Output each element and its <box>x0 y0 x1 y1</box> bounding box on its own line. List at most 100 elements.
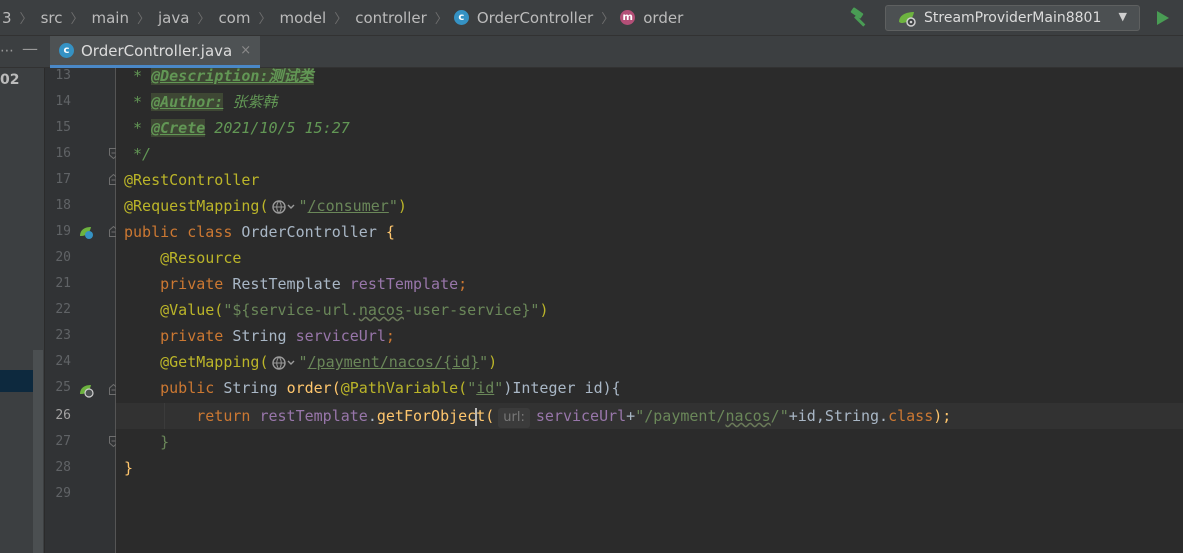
code-line-17: @RestController <box>124 167 259 193</box>
tool-window-ellipsis-icon: ⋯ <box>0 43 14 59</box>
brace-text: } <box>124 459 134 477</box>
class-name-text: OrderController <box>241 223 386 241</box>
string-text: " <box>467 379 477 397</box>
java-class-icon: c <box>59 43 74 58</box>
annotation-text: ) <box>488 353 498 371</box>
breadcrumb-item-main[interactable]: main <box>89 9 130 27</box>
type-text: RestTemplate <box>232 275 350 293</box>
editor-gutter: 13 14 15 16 17 18 19 20 21 22 23 24 25 2… <box>45 68 118 553</box>
string-text: " <box>298 197 308 215</box>
code-line-28: } <box>124 455 133 481</box>
java-class-icon: c <box>453 10 469 25</box>
close-icon[interactable]: × <box>240 43 251 58</box>
line-number: 17 <box>55 172 71 187</box>
breadcrumb-label: controller <box>355 8 427 27</box>
chevron-right-icon: 〉 <box>258 12 272 27</box>
project-panel-scrollbar[interactable] <box>33 350 43 553</box>
run-configuration-selector[interactable]: StreamProviderMain8801 ▼ <box>885 5 1140 31</box>
line-number: 20 <box>55 250 71 265</box>
breadcrumb-item-controller[interactable]: controller <box>353 9 429 27</box>
chevron-right-icon: 〉 <box>70 12 84 27</box>
code-line-23: private String serviceUrl; <box>124 323 395 349</box>
url-path-link[interactable]: /consumer <box>308 197 389 215</box>
run-play-icon[interactable] <box>1155 9 1171 27</box>
chevron-right-icon: 〉 <box>434 12 448 27</box>
field-text: restTemplate <box>349 275 459 293</box>
string-text: " <box>298 353 308 371</box>
punctuation-text: . <box>367 407 377 425</box>
chevron-right-icon: 〉 <box>334 12 348 27</box>
field-text: serviceUrl <box>535 407 627 425</box>
web-endpoint-icon[interactable] <box>271 355 297 371</box>
code-line-13: * @Description:测试类 <box>124 68 314 89</box>
tool-window-header: ⋯ — <box>0 36 44 68</box>
line-number-current: 26 <box>55 408 71 423</box>
line-number: 23 <box>55 328 71 343</box>
line-number: 27 <box>55 434 71 449</box>
line-number: 14 <box>55 94 71 109</box>
build-hammer-icon[interactable] <box>848 7 872 29</box>
code-line-24: @GetMapping( "/payment/nacos/{id}") <box>124 349 497 375</box>
tab-order-controller[interactable]: c OrderController.java × <box>50 36 260 68</box>
annotation-text: @RequestMapping( <box>124 197 269 215</box>
method-icon: m <box>620 10 636 25</box>
javadoc-tag: @Author: <box>151 93 224 111</box>
breadcrumb-label: main <box>91 8 129 27</box>
code-line-22: @Value("${service-url.nacos-user-service… <box>124 297 548 323</box>
annotation-text: @PathVariable( <box>340 379 468 397</box>
line-number: 21 <box>55 276 71 291</box>
annotation-text: ) <box>539 301 549 319</box>
line-number: 25 <box>55 380 71 395</box>
tab-label: OrderController.java <box>81 41 233 60</box>
breadcrumb-label: 3 <box>2 8 12 27</box>
breadcrumb-item-model[interactable]: model <box>278 9 329 27</box>
project-panel-text: 02 <box>0 72 20 88</box>
chevron-right-icon: 〉 <box>601 12 615 27</box>
string-text: nacos <box>725 407 771 425</box>
string-text: " <box>479 353 489 371</box>
brace-text: { <box>385 223 395 241</box>
type-text: String <box>223 379 287 397</box>
code-editor[interactable]: * @Description:测试类 * @Author: 张紫韩 * @Cre… <box>116 68 1183 553</box>
comment-text: 2021/10/5 15:27 <box>205 119 350 137</box>
breadcrumb: 3 〉 src 〉 main 〉 java 〉 com 〉 model 〉 co… <box>0 0 685 36</box>
spring-mapping-icon[interactable] <box>78 382 94 398</box>
paren-text: ( <box>331 379 341 397</box>
javadoc-tag: @Description:测试类 <box>151 68 314 85</box>
field-text: serviceUrl <box>295 327 386 345</box>
annotation-text: @GetMapping( <box>160 353 269 371</box>
breadcrumb-item-root[interactable]: 3 <box>0 9 14 27</box>
comment-text: * <box>124 68 152 85</box>
breadcrumb-item-src[interactable]: src <box>39 9 65 27</box>
annotation-text: ) <box>397 197 407 215</box>
keyword-text: return <box>196 407 260 425</box>
run-configuration-name: StreamProviderMain8801 <box>924 10 1102 26</box>
breadcrumb-item-class[interactable]: c OrderController <box>453 9 595 27</box>
keyword-text: private <box>160 327 233 345</box>
code-line-25: public String order(@PathVariable("id")I… <box>124 375 621 401</box>
parameter-hint: url: <box>498 408 530 428</box>
code-line-21: private RestTemplate restTemplate; <box>124 271 467 297</box>
keyword-text: public class <box>124 223 242 241</box>
web-endpoint-icon[interactable] <box>271 199 297 215</box>
breadcrumb-label: order <box>643 8 684 27</box>
chevron-right-icon: 〉 <box>136 12 150 27</box>
code-line-26: return restTemplate.getForObject(url: ser… <box>124 403 951 429</box>
breadcrumb-item-com[interactable]: com <box>216 9 252 27</box>
project-selection-highlight <box>0 370 33 392</box>
breadcrumb-item-method[interactable]: m order <box>620 9 685 27</box>
javadoc-tag: @Crete <box>151 119 206 137</box>
minimize-icon[interactable]: — <box>22 39 38 58</box>
field-text: restTemplate <box>259 407 368 425</box>
keyword-text: public <box>160 379 224 397</box>
spring-bean-icon[interactable] <box>78 224 94 240</box>
chevron-right-icon: 〉 <box>19 12 33 27</box>
line-number: 22 <box>55 302 71 317</box>
breadcrumb-item-java[interactable]: java <box>156 9 191 27</box>
code-line-27: } <box>124 429 169 455</box>
editor-tab-bar: ⋯ — c OrderController.java × <box>0 36 1183 68</box>
code-text: )Integer id){ <box>503 379 621 397</box>
url-path-link[interactable]: /payment/nacos/{id} <box>308 353 480 371</box>
type-text: String <box>232 327 296 345</box>
comment-text: * <box>124 119 152 137</box>
